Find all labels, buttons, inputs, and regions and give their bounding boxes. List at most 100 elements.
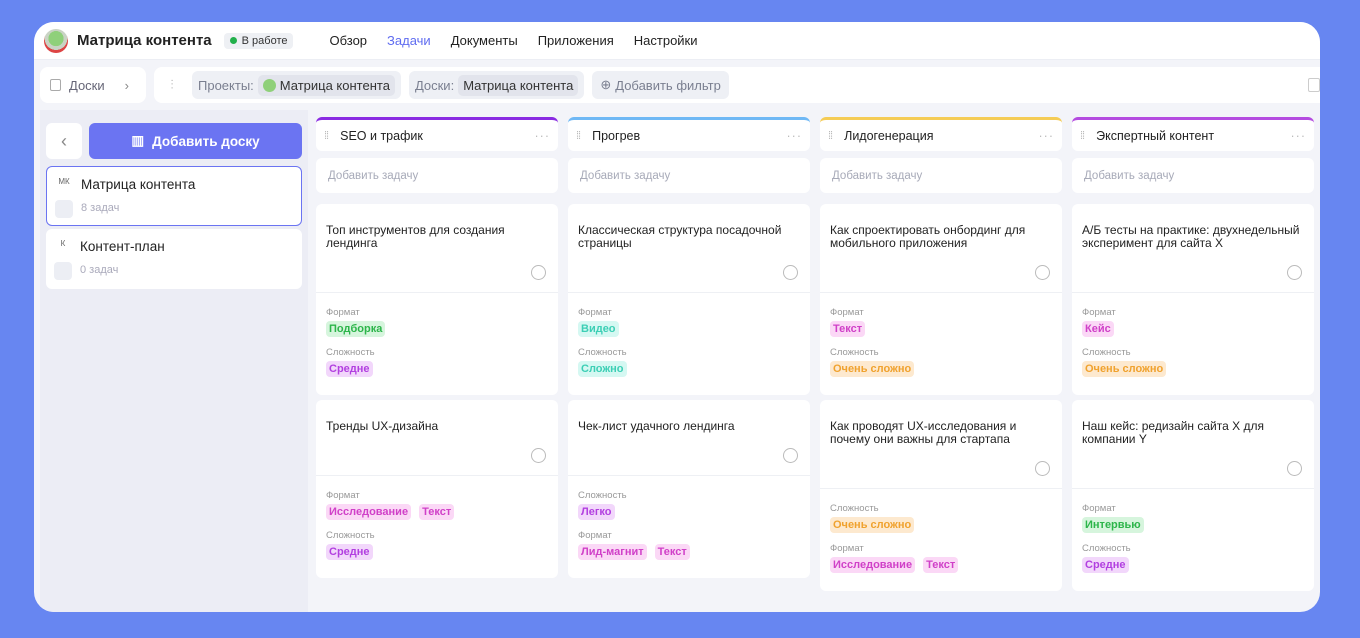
board-item[interactable]: К Контент-план 0 задач [46,229,302,289]
complete-checkbox[interactable] [1035,265,1050,280]
property-tag: Текст [419,504,455,520]
chevron-left-icon: ‹ [61,130,67,151]
complete-checkbox[interactable] [531,265,546,280]
property-label: Сложность [578,347,627,358]
property-tag: Текст [923,557,959,573]
task-title: Как спроектировать онбординг для мобильн… [830,223,1026,250]
column-header: ⁞⁞ SEO и трафик ··· [316,117,558,151]
complete-checkbox[interactable] [1287,265,1302,280]
projects-filter[interactable]: Проекты: Матрица контента [192,71,401,99]
add-task-input[interactable]: Добавить задачу [820,158,1062,193]
task-card[interactable]: Чек-лист удачного лендинга Сложность Легко… [568,400,810,578]
property-label: Формат [326,307,360,318]
property-label: Сложность [830,503,879,514]
add-task-input[interactable]: Добавить задачу [1072,158,1314,193]
boards-filter-value: Матрица контента [458,74,579,96]
board-name: Матрица контента [81,177,196,192]
complete-checkbox[interactable] [783,448,798,463]
task-title: Наш кейс: редизайн сайта Х для компании … [1082,419,1264,446]
task-card[interactable]: Как проводят UX-исследования и почему он… [820,400,1062,591]
property-tag: Очень сложно [830,517,915,533]
board-icon [50,79,61,91]
complete-checkbox[interactable] [1287,461,1302,476]
property-tag: Очень сложно [830,361,915,377]
property-label: Формат [830,543,864,554]
complete-checkbox[interactable] [531,448,546,463]
property-tag: Текст [830,321,866,337]
board-abbr: К [60,239,66,248]
complete-checkbox[interactable] [783,265,798,280]
projects-filter-label: Проекты: [198,77,254,93]
drag-handle-icon[interactable]: ⁞⁞ [828,130,833,142]
task-card[interactable]: А/Б тесты на практике: двухнедельный экс… [1072,204,1314,395]
add-task-input[interactable]: Добавить задачу [568,158,810,193]
board-column: ⁞⁞ Лидогенерация ··· Добавить задачу Как сп… [820,117,1062,591]
board-item[interactable]: МК Матрица контента 8 задач [46,166,302,226]
nav-tab[interactable]: Документы [451,33,518,48]
task-card[interactable]: Как спроектировать онбординг для мобильн… [820,204,1062,395]
boards-toggle[interactable]: Доски › [40,67,146,103]
collapse-sidebar-button[interactable]: ‹ [46,123,82,159]
board-column: ⁞⁞ SEO и трафик ··· Добавить задачу Топ инс… [316,117,558,578]
more-icon[interactable]: ··· [535,129,551,143]
board-icon [54,262,72,280]
drag-handle-icon[interactable]: ⁞⁞ [576,130,581,142]
nav-tab[interactable]: Обзор [329,33,367,48]
task-title: Классическая структура посадочной страни… [578,223,782,250]
board-name: Контент-план [80,239,165,254]
property-label: Формат [578,307,612,318]
property-label: Сложность [326,347,375,358]
header: Матрица контента В работе Обзор Задачи Док… [34,22,1320,60]
drag-handle-icon[interactable]: ⁞⁞ [1080,130,1085,142]
chevron-right-icon: › [124,77,129,93]
drag-handle-icon[interactable]: ⁞⁞ [324,130,329,142]
column-header: ⁞⁞ Экспертный контент ··· [1072,117,1314,151]
nav-tab[interactable]: Задачи [387,33,431,48]
column-header: ⁞⁞ Лидогенерация ··· [820,117,1062,151]
property-tag: Исследование [830,557,916,573]
property-tag: Сложно [578,361,627,377]
save-icon[interactable] [1308,78,1320,92]
property-tag: Очень сложно [1082,361,1167,377]
more-icon[interactable]: ··· [787,129,803,143]
task-card[interactable]: Наш кейс: редизайн сайта Х для компании … [1072,400,1314,591]
project-avatar [44,28,68,53]
board-task-count: 8 задач [81,202,120,214]
task-card[interactable]: Тренды UX-дизайна Формат Исследование Текст… [316,400,558,578]
task-title: Чек-лист удачного лендинга [578,419,735,433]
task-card[interactable]: Классическая структура посадочной страни… [568,204,810,395]
nav-tab[interactable]: Настройки [634,33,698,48]
property-tag: Средне [326,361,373,377]
boards-filter-label: Доски: [414,77,455,93]
add-filter-button[interactable]: ⊕ Добавить фильтр [592,71,729,99]
plus-circle-icon: ⊕ [600,77,612,92]
board-column: ⁞⁞ Экспертный контент ··· Добавить задачу А… [1072,117,1314,591]
status-dot-icon [229,37,237,44]
property-tag: Кейс [1082,321,1114,337]
sidebar: ‹ ▥ Добавить доску МК Матрица контента 8 за… [40,110,308,612]
property-label: Формат [326,490,360,501]
nav-tab[interactable]: Приложения [538,33,614,48]
more-icon[interactable]: ··· [1039,129,1055,143]
board-abbr: МК [58,177,70,186]
column-title: Прогрев [592,128,641,143]
property-label: Формат [830,307,864,318]
filter-settings-icon[interactable]: ⫶ [160,77,184,93]
status-badge[interactable]: В работе [223,32,294,49]
property-label: Сложность [830,347,879,358]
property-label: Сложность [1082,347,1131,358]
column-header: ⁞⁞ Прогрев ··· [568,117,810,151]
property-tag: Средне [326,544,373,560]
column-title: Лидогенерация [844,128,934,143]
add-board-button[interactable]: ▥ Добавить доску [89,123,302,159]
property-tag: Текст [654,544,690,560]
board-column: ⁞⁞ Прогрев ··· Добавить задачу Классическая… [568,117,810,578]
task-title: Тренды UX-дизайна [326,419,439,433]
add-task-input[interactable]: Добавить задачу [316,158,558,193]
property-tag: Исследование [326,504,412,520]
boards-filter[interactable]: Доски: Матрица контента [408,71,585,99]
task-card[interactable]: Топ инструментов для создания лендинга Фо… [316,204,558,395]
task-title: Как проводят UX-исследования и почему он… [830,419,1017,446]
complete-checkbox[interactable] [1035,461,1050,476]
more-icon[interactable]: ··· [1291,129,1307,143]
